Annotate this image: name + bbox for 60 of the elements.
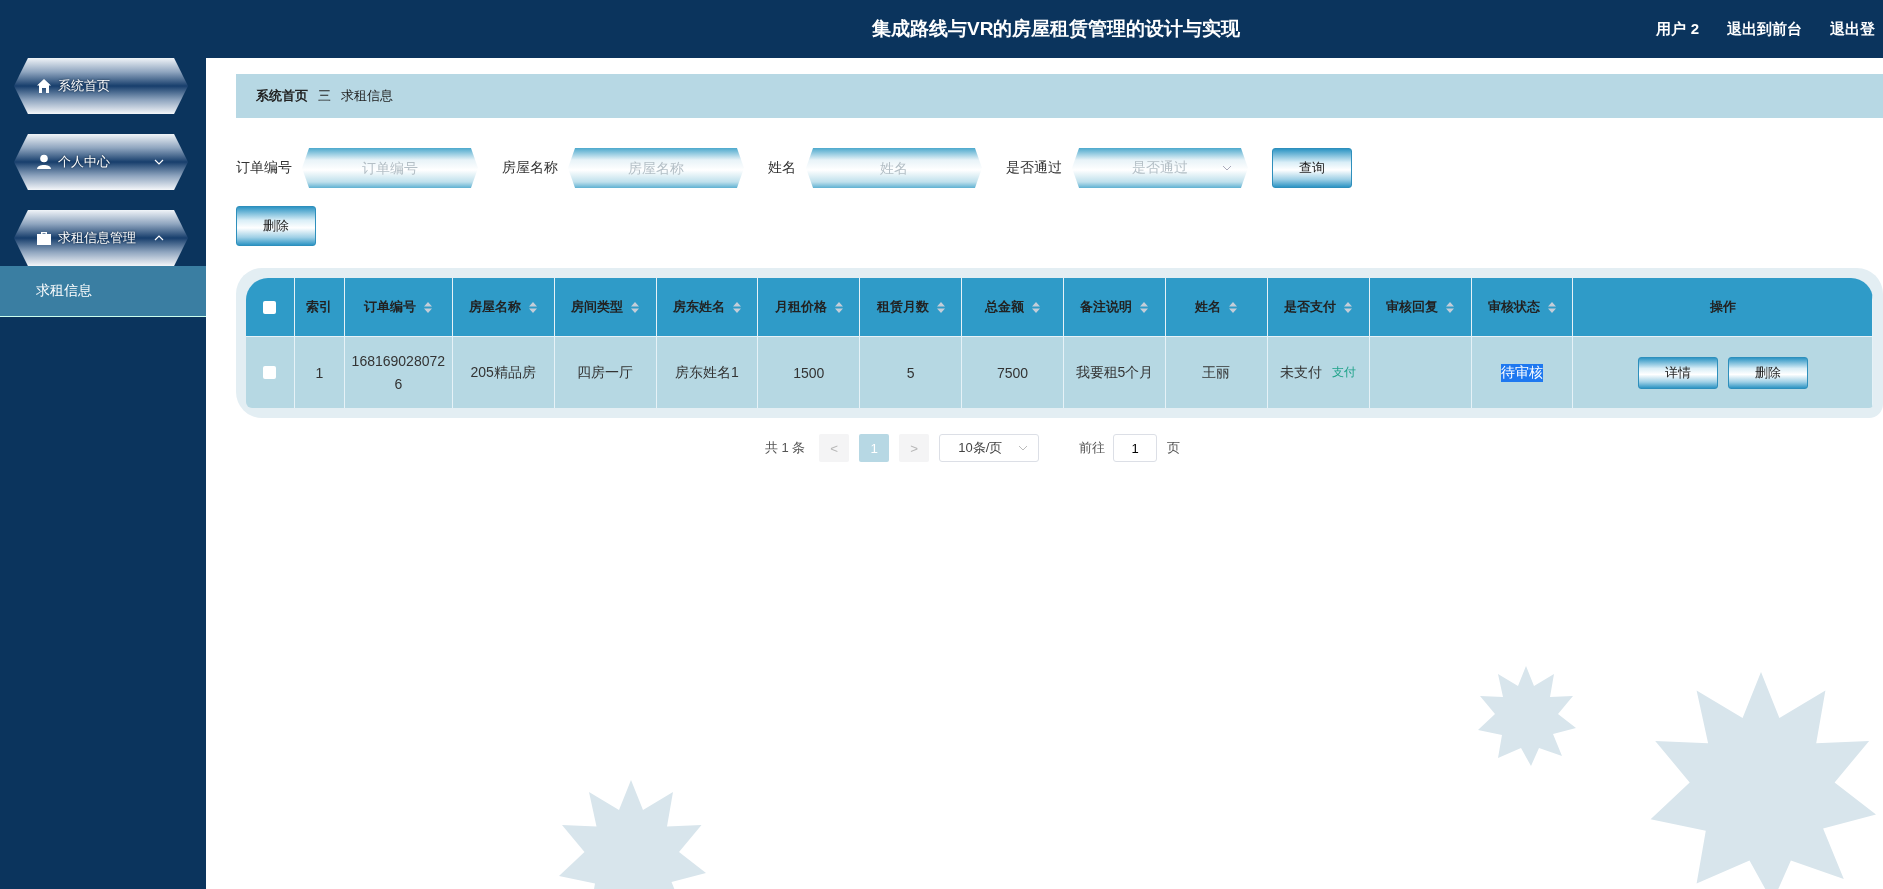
chevron-icon: [1222, 165, 1232, 171]
delete-button[interactable]: 删除: [1727, 356, 1808, 389]
details-button[interactable]: 详情: [1637, 356, 1718, 389]
table-cell: 1: [294, 336, 345, 408]
page-size-select[interactable]: 10条/页: [939, 434, 1040, 462]
menu-item[interactable]: 求租信息管理: [14, 210, 188, 266]
column-header[interactable]: 房间类型: [554, 278, 657, 336]
goto-label: 前往: [1079, 439, 1106, 457]
column-header[interactable]: 租赁月数: [860, 278, 963, 336]
column-header[interactable]: 姓名: [1165, 278, 1268, 336]
payment-status-text: 未支付: [1280, 363, 1323, 382]
search-button[interactable]: 查询: [1272, 148, 1352, 188]
table-cell: 7500: [962, 336, 1064, 408]
table-cell: 房东姓名1: [656, 336, 759, 408]
table-cell: 我要租5个月: [1064, 336, 1166, 408]
total-count: 共 1 条: [764, 439, 806, 457]
table-cell: 王丽: [1165, 336, 1268, 408]
page-input[interactable]: 1: [1113, 434, 1158, 462]
user-icon: [36, 154, 52, 170]
field-label: 姓名: [768, 159, 796, 177]
chevron-icon: [1018, 445, 1029, 451]
delete-button[interactable]: 删除: [236, 206, 316, 246]
column-header[interactable]: 订单编号: [344, 278, 453, 336]
checkbox[interactable]: [263, 366, 277, 379]
menu-item[interactable]: 个人中心: [14, 134, 188, 190]
column-header[interactable]: 总金额: [962, 278, 1064, 336]
column-header[interactable]: 操作: [1573, 278, 1873, 336]
app-title: 集成路线与VR的房屋租赁管理的设计与实现: [872, 17, 1241, 41]
field-label: 房屋名称: [502, 159, 558, 177]
column-header[interactable]: 是否支付: [1267, 278, 1370, 336]
breadcrumb-separator: 三: [318, 87, 331, 105]
home-icon: [36, 78, 52, 94]
submenu-item[interactable]: 求租信息: [0, 266, 206, 317]
checkbox[interactable]: [263, 300, 277, 314]
table-cell: 205精品房: [452, 336, 555, 408]
menu-item[interactable]: 系统首页: [14, 58, 188, 114]
search-field[interactable]: 房屋名称: [568, 148, 744, 188]
table-cell: 四房一厅: [554, 336, 657, 408]
header-link[interactable]: 用户 2: [1656, 19, 1699, 39]
status-text: 待审核: [1500, 363, 1543, 382]
header-link[interactable]: 退出登: [1830, 19, 1875, 39]
breadcrumb-item: 求租信息: [341, 87, 393, 105]
column-header[interactable]: 审核回复: [1369, 278, 1472, 336]
field-label: 是否通过: [1006, 159, 1062, 177]
briefcase-icon: [36, 230, 52, 246]
column-header[interactable]: 房屋名称: [452, 278, 555, 336]
breadcrumb-item[interactable]: 系统首页: [256, 87, 308, 105]
table-cell: 1681690280726: [344, 336, 453, 408]
column-header[interactable]: 备注说明: [1064, 278, 1166, 336]
search-field[interactable]: 姓名: [806, 148, 982, 188]
column-header[interactable]: 月租价格: [758, 278, 861, 336]
column-header[interactable]: 房东姓名: [656, 278, 759, 336]
table-cell: 5: [860, 336, 963, 408]
table-cell: 1500: [758, 336, 861, 408]
header-link[interactable]: 退出到前台: [1727, 19, 1802, 39]
goto-suffix: 页: [1167, 439, 1181, 457]
search-field[interactable]: 订单编号: [302, 148, 478, 188]
column-header[interactable]: 索引: [294, 278, 345, 336]
field-label: 订单编号: [236, 159, 292, 177]
column-header[interactable]: 审核状态: [1471, 278, 1574, 336]
